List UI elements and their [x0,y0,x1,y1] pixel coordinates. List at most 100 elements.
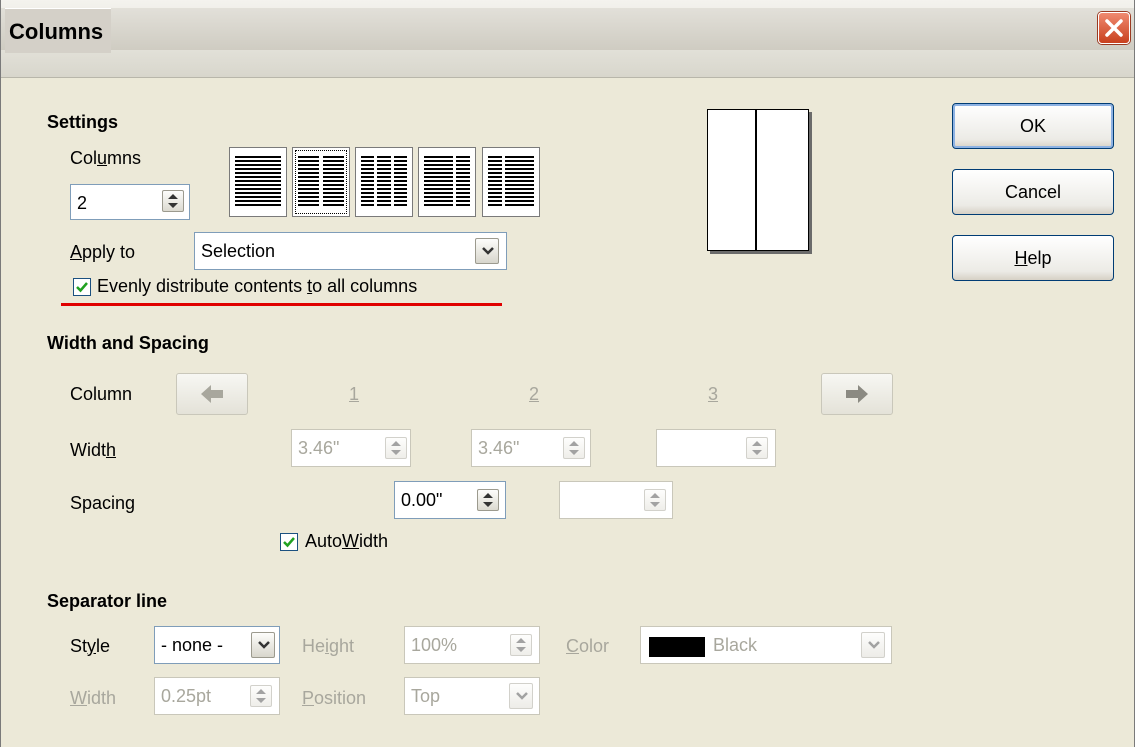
column-1-text: 1 [349,384,360,404]
column-preview [707,109,809,251]
layout-three-columns-button[interactable] [355,147,413,217]
right-wide-layout-icon [488,156,534,208]
columns-label-pre: Col [70,148,98,168]
column-right-button[interactable] [821,373,893,415]
column-left-button[interactable] [176,373,248,415]
spin-arrows-icon [650,493,660,507]
column-number-2: 2 [529,384,539,405]
separator-width-spin-button[interactable] [250,685,272,707]
column-3-text: 3 [708,384,719,404]
width-2-spin-button[interactable] [563,437,585,459]
settings-heading: Settings [47,112,119,132]
color-dropdown-button[interactable] [861,632,885,658]
layout-two-columns-button[interactable] [292,147,350,217]
style-label-pre: St [70,636,88,656]
close-button[interactable] [1098,12,1130,44]
position-label-mnemonic: P [302,688,315,708]
left-wide-layout-icon [424,156,470,208]
separator-width-label: Width [70,688,116,709]
style-value: - none - [161,635,224,655]
style-label: Style [70,636,110,657]
columns-spin-button[interactable] [162,190,184,212]
layout-one-column-button[interactable] [229,147,287,217]
autowidth-label-mnemonic: W [342,531,360,551]
two-columns-layout-icon [298,156,344,208]
width-spacing-heading: Width and Spacing [47,333,209,353]
column-number-1: 1 [349,384,359,405]
spacing-1-value: 0.00" [401,490,443,510]
help-label-post: elp [1027,248,1052,268]
sep-width-label-post: idth [87,688,117,708]
separator-width-value: 0.25pt [161,686,212,706]
columns-label-post: mns [107,148,142,168]
spacing-2-spin-button[interactable] [644,489,666,511]
sep-width-label-mnemonic: W [70,688,87,708]
apply-to-label-mnemonic: A [70,242,83,262]
width-label-mnemonic: h [106,440,117,460]
ok-button[interactable]: OK [952,103,1114,149]
width-3-spin-button[interactable] [746,437,768,459]
style-label-mnemonic: y [87,636,97,656]
style-dropdown-button[interactable] [251,632,275,658]
title-bar-strip [1,8,1134,50]
height-spin-button[interactable] [510,634,532,656]
title-bar: Columns [1,0,1134,78]
layout-right-wide-button[interactable] [482,147,540,217]
evenly-distribute-checkbox[interactable] [73,278,91,296]
one-column-layout-icon [235,156,281,208]
apply-to-label-post: pply to [82,242,136,262]
cancel-button[interactable]: Cancel [952,169,1114,215]
arrow-right-icon [846,385,868,403]
column-label: Column [70,384,133,404]
color-swatch [649,637,705,657]
width-1-spin-button[interactable] [385,437,407,459]
color-value: Black [713,635,758,655]
position-dropdown-button[interactable] [509,683,533,709]
layout-left-wide-button[interactable] [418,147,476,217]
spin-arrows-icon [256,689,266,703]
spin-arrows-icon [752,441,762,455]
evenly-label-pre: Evenly distribute contents [97,276,308,296]
height-value: 100% [411,635,458,655]
three-columns-layout-icon [361,156,407,208]
help-button[interactable]: Help [952,235,1114,281]
chevron-down-icon [482,247,494,255]
apply-to-select[interactable]: Selection [194,232,507,270]
evenly-label-post: o all columns [312,276,418,296]
autowidth-label-pre: Auto [305,531,343,551]
checkmark-icon [76,282,88,293]
autowidth-checkbox[interactable] [280,533,298,551]
columns-label-mnemonic: u [97,148,108,168]
width-1-value: 3.46" [298,438,340,458]
spin-arrows-icon [569,441,579,455]
preview-column-divider [755,110,757,250]
dialog-title: Columns [5,8,112,53]
color-label-mnemonic: C [566,636,579,656]
apply-to-dropdown-button[interactable] [475,238,499,264]
autowidth-label: AutoWidth [305,531,388,552]
spacing-label: Spacing [70,493,136,513]
color-label-post: olor [579,636,610,656]
columns-count-value: 2 [77,193,88,213]
columns-dialog: Columns OK Cancel Help Settings Columns … [0,0,1135,747]
color-select[interactable]: Black [640,626,892,664]
height-label: Height [302,636,354,657]
spacing-1-spin-button[interactable] [477,489,499,511]
red-underline-annotation [61,303,502,306]
width-label-pre: Widt [70,440,106,460]
autowidth-label-post: idth [359,531,389,551]
spin-arrows-icon [483,493,493,507]
apply-to-label: Apply to [70,242,135,263]
columns-label: Columns [70,148,141,169]
chevron-down-icon [516,692,528,700]
column-number-3: 3 [708,384,718,405]
spin-arrows-icon [391,441,401,455]
height-label-post: ght [329,636,355,656]
position-label-post: osition [314,688,367,708]
position-value: Top [411,686,441,706]
style-label-post: le [96,636,111,656]
evenly-distribute-label: Evenly distribute contents to all column… [97,276,417,297]
spin-arrows-icon [168,194,178,208]
width-2-value: 3.46" [478,438,520,458]
help-label-mnemonic: H [1014,248,1028,268]
